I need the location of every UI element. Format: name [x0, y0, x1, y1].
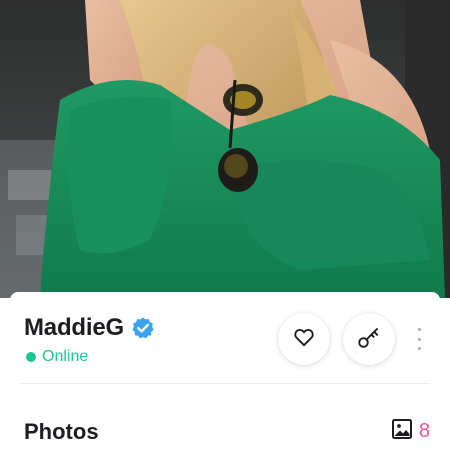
- photos-section-header: Photos 8: [24, 418, 430, 445]
- image-icon: [391, 418, 413, 445]
- key-icon: [356, 324, 382, 355]
- like-button[interactable]: [278, 313, 330, 365]
- photos-title: Photos: [24, 418, 99, 444]
- vertical-dot: [417, 347, 421, 350]
- profile-photo[interactable]: [0, 0, 450, 298]
- photos-count-button[interactable]: 8: [391, 418, 430, 445]
- profile-name: MaddieG: [24, 314, 124, 341]
- vertical-dot: [417, 337, 421, 341]
- online-status-label: Online: [42, 348, 89, 365]
- more-options-button[interactable]: [411, 328, 427, 350]
- name-row: MaddieG: [24, 314, 155, 342]
- verified-badge-icon: [131, 316, 155, 340]
- photos-count: 8: [418, 420, 430, 442]
- private-access-key-button[interactable]: [343, 313, 395, 365]
- profile-photo-image: [0, 0, 450, 298]
- profile-info-card: MaddieG Online Photos 8: [10, 292, 440, 450]
- online-status: Online: [26, 348, 88, 366]
- profile-screen: MaddieG Online Photos 8: [0, 0, 450, 450]
- heart-outline-icon: [292, 325, 316, 354]
- vertical-dots-icon: [417, 328, 421, 331]
- section-divider: [20, 383, 430, 384]
- online-status-dot: [26, 352, 36, 362]
